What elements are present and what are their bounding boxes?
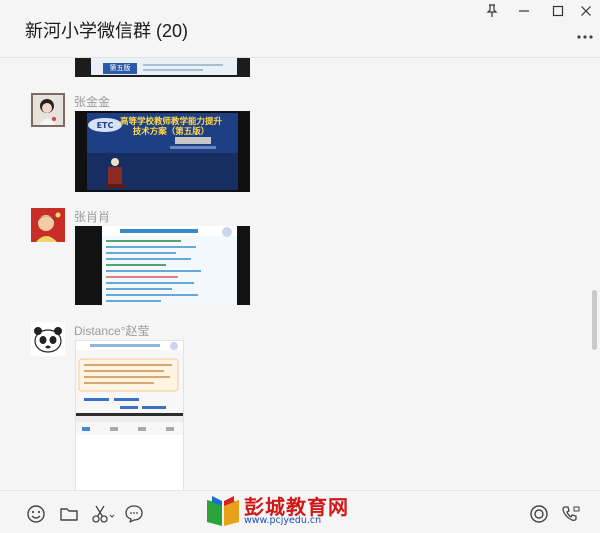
chat-title: 新河小学微信群 (20) — [25, 21, 189, 41]
message-video-thumbnail[interactable]: ETC 高等学校教师教学能力提升 技术方案（第五版） — [75, 111, 250, 192]
scrollbar[interactable] — [592, 290, 597, 350]
more-options-icon[interactable] — [572, 26, 598, 46]
close-icon[interactable] — [574, 2, 598, 20]
sender-name: 张肖肖 — [74, 210, 111, 224]
svg-text:ETC: ETC — [97, 121, 114, 130]
avatar[interactable] — [31, 322, 65, 356]
video-title-line2: 技术方案（第五版） — [133, 126, 210, 137]
sender-name: 张金金 — [74, 95, 111, 109]
message-image-thumbnail[interactable] — [75, 340, 184, 490]
sender-name: Distance°赵莹 — [74, 324, 150, 338]
video-title-line1: 高等学校教师教学能力提升 — [120, 116, 223, 127]
slide-badge: 第五版 — [103, 63, 137, 74]
pin-icon[interactable] — [480, 2, 504, 20]
watermark-url: www.pcjyedu.cn — [244, 515, 322, 526]
scissors-icon[interactable] — [90, 503, 116, 525]
emoji-icon[interactable] — [25, 503, 47, 525]
avatar[interactable] — [31, 93, 65, 127]
maximize-icon[interactable] — [546, 2, 570, 20]
folder-icon[interactable] — [58, 503, 80, 525]
message-image-thumbnail[interactable] — [75, 226, 250, 305]
minimize-icon[interactable] — [512, 2, 536, 20]
message-list[interactable]: 第五版 张金金 ETC 高等学校教师教学能力提升 技术方案（第五版） 张肖肖 D… — [0, 58, 600, 490]
voice-call-icon[interactable] — [528, 503, 550, 525]
slide-text-line — [143, 69, 203, 71]
message-image-partial[interactable]: 第五版 — [75, 58, 250, 77]
chat-window: 新河小学微信群 (20) 第五版 张金金 ETC 高等学校教师教学能力提升 技术… — [0, 0, 600, 533]
chat-bubble-icon[interactable] — [123, 503, 145, 525]
chat-header: 新河小学微信群 (20) — [0, 0, 600, 58]
slide-text-line — [143, 64, 223, 66]
avatar[interactable] — [31, 208, 65, 242]
watermark-logo: 彭城教育网 www.pcjyedu.cn — [204, 491, 364, 531]
video-call-icon[interactable] — [560, 503, 582, 525]
book-logo-icon — [207, 496, 239, 526]
